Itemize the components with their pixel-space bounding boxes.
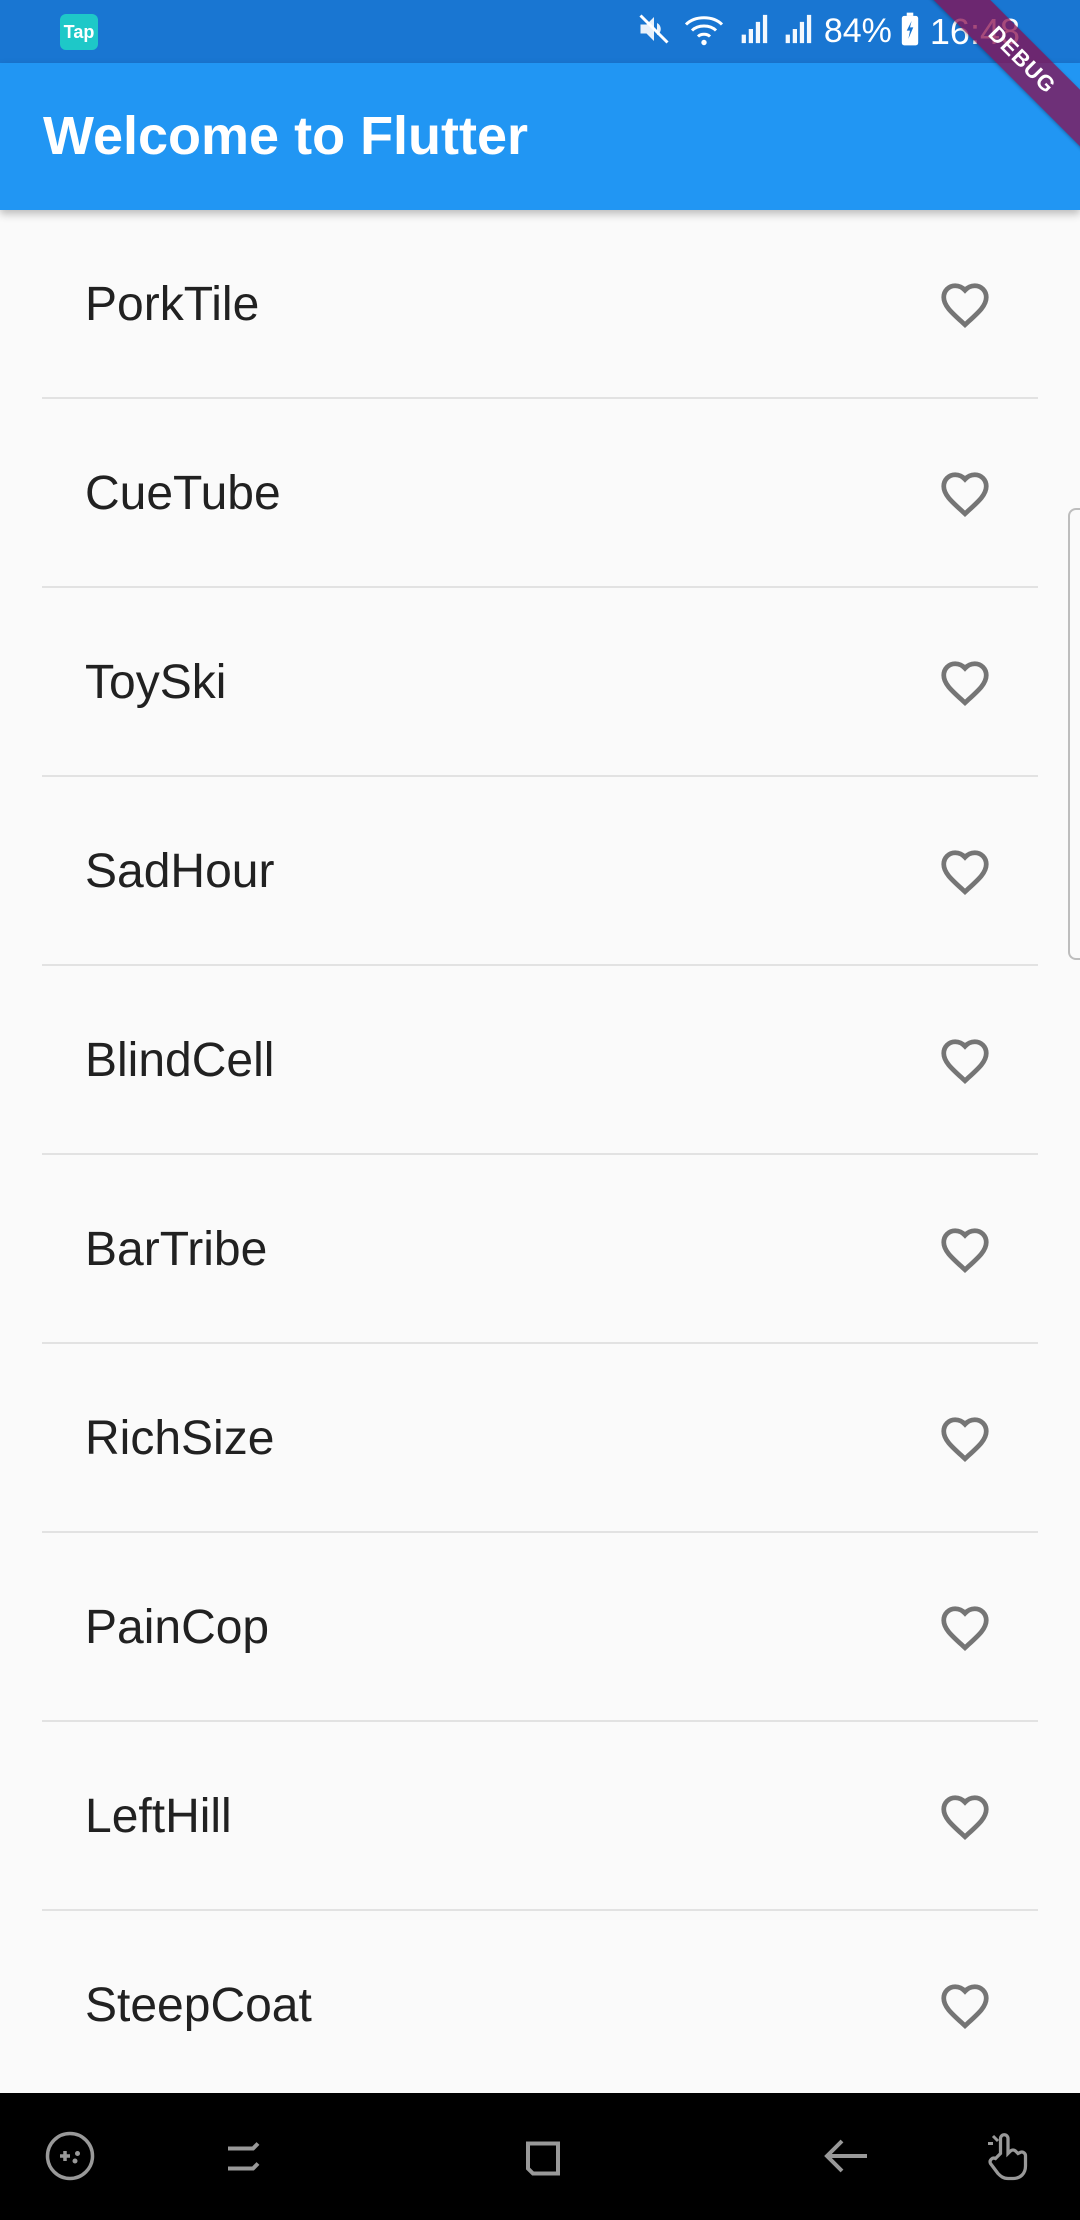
- scrollbar[interactable]: [1068, 508, 1080, 960]
- list-item[interactable]: RichSize: [42, 1344, 1038, 1533]
- item-label: PainCop: [85, 1601, 270, 1654]
- home-icon[interactable]: [513, 2126, 573, 2186]
- item-label: BarTribe: [85, 1223, 268, 1276]
- app-title: Welcome to Flutter: [43, 106, 529, 166]
- signal-e-icon: [780, 11, 814, 52]
- signal-4g-icon: [736, 11, 770, 52]
- list-item[interactable]: SteepCoat: [42, 1911, 1038, 2093]
- heart-outline-icon[interactable]: [935, 1786, 995, 1846]
- list-item[interactable]: LeftHill: [42, 1722, 1038, 1911]
- item-label: RichSize: [85, 1412, 275, 1465]
- heart-outline-icon[interactable]: [935, 1597, 995, 1657]
- list-item[interactable]: CueTube: [42, 399, 1038, 588]
- item-label: LeftHill: [85, 1790, 232, 1843]
- item-label: ToySki: [85, 656, 227, 709]
- tap-app-icon: Tap: [60, 14, 98, 50]
- heart-outline-icon[interactable]: [935, 1219, 995, 1279]
- item-label: SteepCoat: [85, 1979, 312, 2032]
- back-icon[interactable]: [817, 2126, 877, 2186]
- word-pair-list[interactable]: PorkTile CueTube ToySki SadHour BlindCell Bar…: [0, 210, 1080, 2093]
- heart-outline-icon[interactable]: [935, 1975, 995, 2035]
- recent-apps-icon[interactable]: [213, 2126, 273, 2186]
- item-label: PorkTile: [85, 278, 260, 331]
- battery-charging-icon: [900, 11, 920, 52]
- list-item[interactable]: PorkTile: [42, 210, 1038, 399]
- status-bar: Tap 84% 16:48: [0, 0, 1080, 63]
- heart-outline-icon[interactable]: [935, 1408, 995, 1468]
- heart-outline-icon[interactable]: [935, 274, 995, 334]
- mute-icon: [636, 11, 672, 52]
- battery-percentage: 84%: [823, 12, 892, 50]
- heart-outline-icon[interactable]: [935, 463, 995, 523]
- list-item[interactable]: SadHour: [42, 777, 1038, 966]
- list-item[interactable]: BarTribe: [42, 1155, 1038, 1344]
- navigation-bar: [0, 2093, 1080, 2220]
- heart-outline-icon[interactable]: [935, 1030, 995, 1090]
- item-label: BlindCell: [85, 1034, 275, 1087]
- list-item[interactable]: PainCop: [42, 1533, 1038, 1722]
- item-label: CueTube: [85, 467, 281, 520]
- list-item[interactable]: BlindCell: [42, 966, 1038, 1155]
- app-bar: Welcome to Flutter: [0, 63, 1080, 210]
- list-item[interactable]: ToySki: [42, 588, 1038, 777]
- item-label: SadHour: [85, 845, 275, 898]
- touch-gesture-icon[interactable]: [978, 2126, 1038, 2186]
- heart-outline-icon[interactable]: [935, 652, 995, 712]
- heart-outline-icon[interactable]: [935, 841, 995, 901]
- game-launcher-icon[interactable]: [40, 2126, 100, 2186]
- wifi-icon: [682, 11, 726, 52]
